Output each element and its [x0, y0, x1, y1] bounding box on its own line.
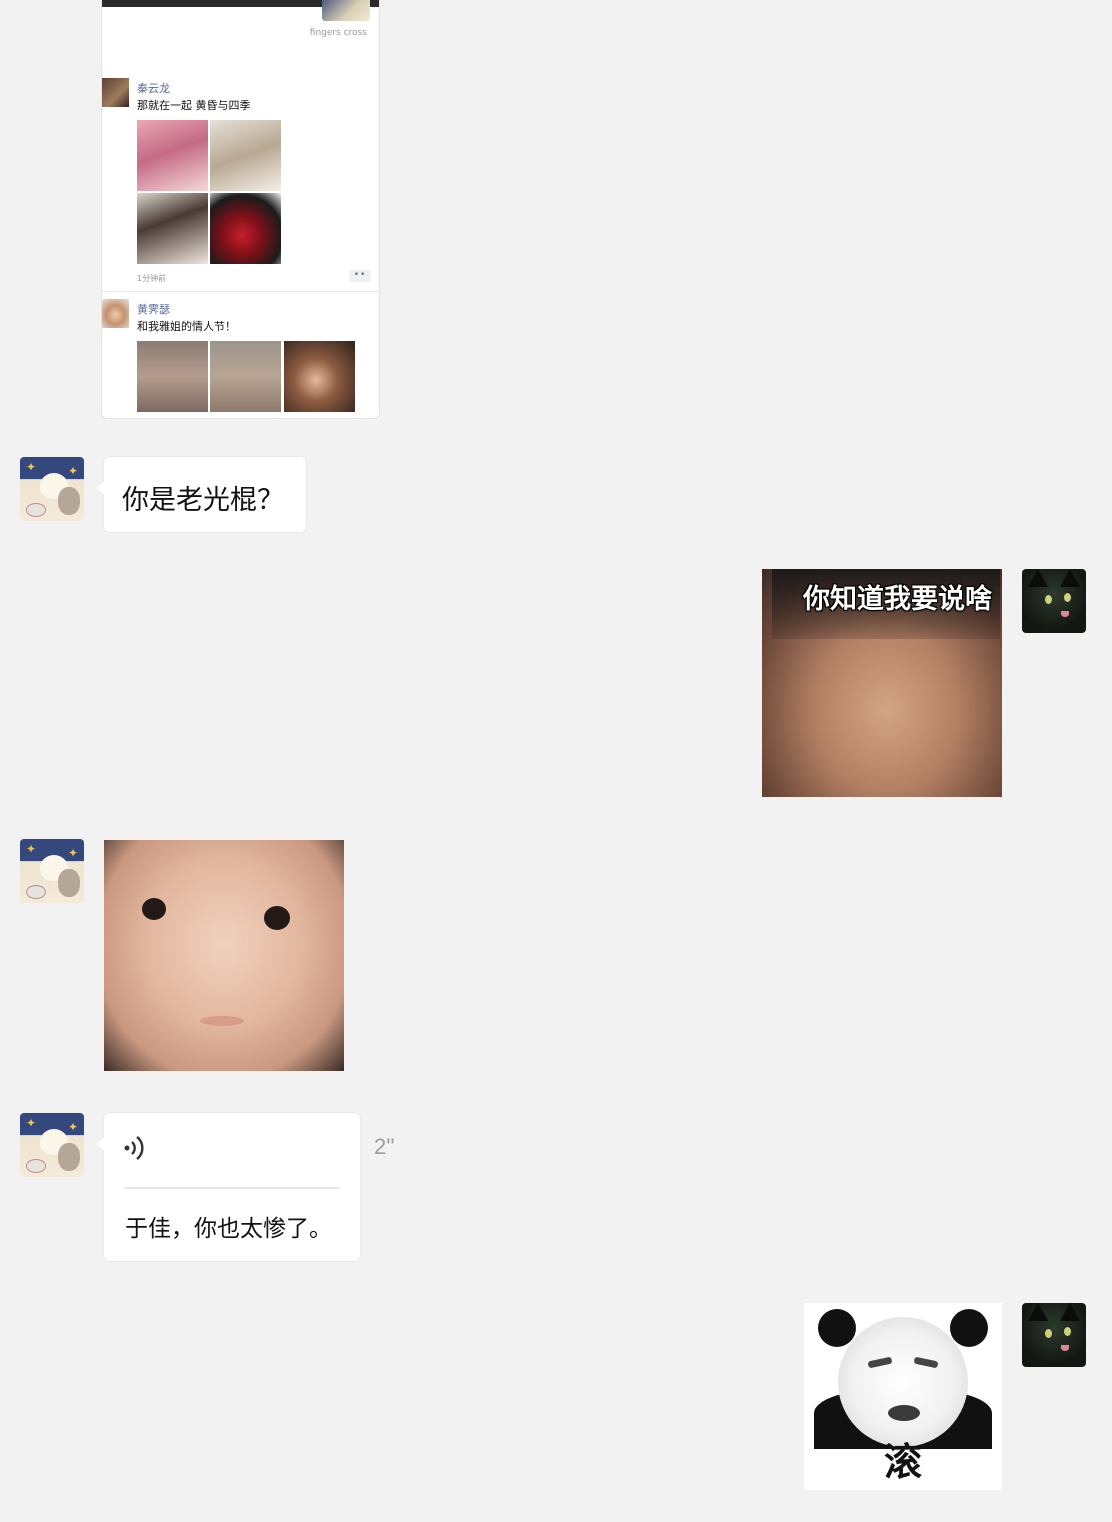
- moments-screenshot-image[interactable]: fingers cross 秦云龙 那就在一起 黄昏与四季 1分钟前 •• 黄霁…: [101, 0, 380, 419]
- voice-duration: 2'': [374, 1134, 395, 1159]
- sticker-eye: [142, 898, 166, 920]
- post-avatar: [102, 78, 129, 107]
- sticker-eye: [264, 906, 290, 930]
- panda-face: [838, 1317, 968, 1447]
- post-author-name: 黄霁瑟: [137, 303, 170, 316]
- sticker-thumbnail: [322, 0, 370, 21]
- sticker-caption: fingers cross: [309, 28, 367, 38]
- voice-wave-icon: [124, 1136, 144, 1160]
- post-photo: [137, 341, 208, 412]
- post-timestamp: 1分钟前: [137, 274, 167, 283]
- sticker-message[interactable]: 你知道我要说啥: [762, 569, 1002, 797]
- voice-transcript-divider: [124, 1187, 340, 1189]
- contact-avatar[interactable]: ✦ ✦: [20, 1113, 84, 1177]
- post-photo: [210, 341, 281, 412]
- post-photo: [210, 193, 281, 264]
- post-photo: [284, 341, 355, 412]
- message-text: 你是老光棍？: [122, 485, 284, 516]
- sticker-caption: 滚: [883, 1439, 922, 1484]
- my-avatar[interactable]: [1022, 1303, 1086, 1367]
- panda-ear: [818, 1309, 856, 1347]
- panda-mouth: [888, 1405, 920, 1421]
- sticker-message[interactable]: [104, 840, 344, 1071]
- post-text: 那就在一起 黄昏与四季: [137, 99, 251, 112]
- my-avatar[interactable]: [1022, 569, 1086, 633]
- post-photo: [210, 120, 281, 191]
- text-message-bubble[interactable]: 你是老光棍？: [96, 457, 306, 532]
- post-photo: [137, 193, 208, 264]
- sticker-caption: 你知道我要说啥: [803, 584, 992, 615]
- voice-transcript-text: 于佳，你也太惨了。: [125, 1216, 332, 1242]
- post-more-button: ••: [349, 270, 371, 282]
- post-avatar: [102, 299, 129, 328]
- contact-avatar[interactable]: ✦ ✦: [20, 839, 84, 903]
- sticker-message[interactable]: 滚: [804, 1303, 1002, 1490]
- voice-message-bubble[interactable]: 于佳，你也太惨了。: [96, 1113, 360, 1261]
- divider: [102, 291, 379, 292]
- post-text: 和我雅姐的情人节！: [137, 320, 236, 333]
- sticker-mouth: [200, 1016, 244, 1026]
- contact-avatar[interactable]: ✦ ✦: [20, 457, 84, 521]
- post-author-name: 秦云龙: [137, 82, 170, 95]
- post-photo: [137, 120, 208, 191]
- panda-ear: [950, 1309, 988, 1347]
